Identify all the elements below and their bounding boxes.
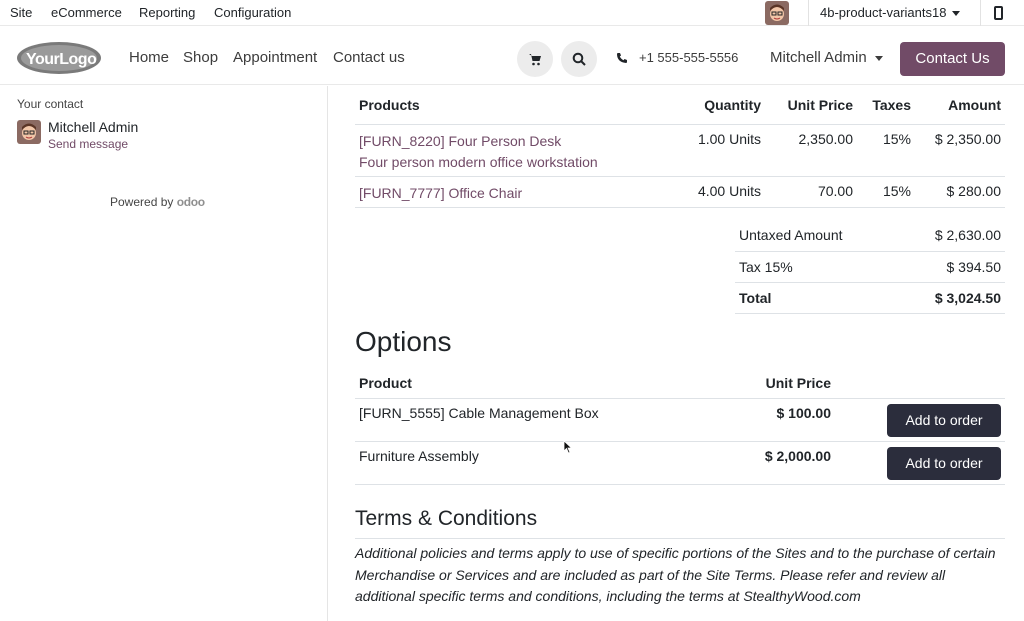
mobile-preview-icon[interactable] — [994, 6, 1003, 20]
add-to-order-button[interactable]: Add to order — [887, 403, 1001, 437]
website-header: YourLogo Home Shop Appointment Contact u… — [0, 27, 1024, 85]
col-quantity: Quantity — [665, 86, 765, 125]
table-row: Furniture Assembly $ 2,000.00 Add to ord… — [355, 441, 1005, 485]
terms-text: Additional policies and terms apply to u… — [355, 545, 996, 604]
send-message-link[interactable]: Send message — [48, 137, 128, 151]
total-label: Total — [735, 282, 885, 314]
quantity-cell: 1.00 Units — [665, 124, 765, 177]
taxes-cell: 15% — [857, 124, 915, 177]
col-product: Product — [355, 368, 695, 399]
phone-number[interactable]: +1 555-555-5556 — [639, 27, 738, 85]
taxes-cell: 15% — [857, 176, 915, 208]
col-amount: Amount — [915, 86, 1005, 125]
unit-price-cell: 70.00 — [765, 176, 857, 208]
unit-price-cell: 2,350.00 — [765, 124, 857, 177]
untaxed-row: Untaxed Amount $ 2,630.00 — [735, 220, 1005, 252]
col-products: Products — [355, 86, 665, 125]
product-description: Four person modern office workstation — [359, 153, 598, 170]
table-header-row: Product Unit Price — [355, 368, 1005, 399]
untaxed-label: Untaxed Amount — [735, 220, 885, 252]
menu-site[interactable]: Site — [10, 0, 32, 26]
table-row: [FURN_7777] Office Chair 4.00 Units 70.0… — [355, 176, 1005, 208]
admin-bar: Site eCommerce Reporting Configuration 4… — [0, 0, 1024, 26]
product-cell: [FURN_8220] Four Person Desk Four person… — [355, 124, 665, 177]
sidebar: Your contact Mitchell Admin Send message… — [0, 86, 328, 621]
action-cell: Add to order — [835, 398, 1005, 442]
search-button[interactable] — [561, 41, 597, 77]
divider — [980, 0, 981, 26]
table-row: [FURN_8220] Four Person Desk Four person… — [355, 124, 1005, 177]
cart-button[interactable] — [517, 41, 553, 77]
menu-ecommerce[interactable]: eCommerce — [51, 0, 122, 26]
col-unit-price: Unit Price — [765, 86, 857, 125]
options-title: Options — [355, 326, 452, 357]
quantity-cell: 4.00 Units — [665, 176, 765, 208]
mouse-cursor-icon — [563, 440, 573, 454]
menu-configuration[interactable]: Configuration — [214, 0, 291, 26]
powered-by[interactable]: Powered by odoo — [110, 195, 205, 209]
tax-row: Tax 15% $ 394.50 — [735, 251, 1005, 283]
company-logo[interactable]: YourLogo — [16, 40, 102, 76]
contact-us-button[interactable]: Contact Us — [900, 42, 1005, 76]
powered-by-label: Powered by — [110, 195, 174, 209]
divider — [808, 0, 809, 26]
amount-cell: $ 280.00 — [915, 176, 1005, 208]
database-name: 4b-product-variants18 — [820, 5, 947, 20]
phone-icon — [617, 53, 627, 63]
nav-appointment[interactable]: Appointment — [233, 27, 317, 85]
totals-table: Untaxed Amount $ 2,630.00 Tax 15% $ 394.… — [735, 220, 1005, 314]
database-switcher[interactable]: 4b-product-variants18 — [820, 0, 961, 26]
product-link[interactable]: [FURN_8220] Four Person Desk — [359, 131, 661, 152]
nav-shop[interactable]: Shop — [183, 27, 218, 85]
user-avatar[interactable] — [765, 1, 789, 25]
user-menu[interactable]: Mitchell Admin — [770, 27, 883, 85]
logo-text: YourLogo — [26, 51, 97, 68]
option-name: Furniture Assembly — [355, 441, 695, 485]
terms-title: Terms & Conditions — [355, 507, 1005, 539]
col-unit-price: Unit Price — [695, 368, 835, 399]
total-value: $ 3,024.50 — [885, 282, 1005, 314]
search-icon — [572, 52, 586, 66]
col-actions — [835, 368, 1005, 399]
user-name: Mitchell Admin — [770, 49, 867, 66]
option-price: $ 2,000.00 — [695, 441, 835, 485]
col-taxes: Taxes — [857, 86, 915, 125]
product-link[interactable]: [FURN_7777] Office Chair — [359, 183, 661, 204]
tax-label: Tax 15% — [735, 251, 885, 283]
products-table: Products Quantity Unit Price Taxes Amoun… — [355, 86, 1005, 208]
amount-cell: $ 2,350.00 — [915, 124, 1005, 177]
product-cell: [FURN_7777] Office Chair — [355, 176, 665, 208]
nav-contact-us[interactable]: Contact us — [333, 27, 405, 85]
option-price: $ 100.00 — [695, 398, 835, 442]
untaxed-value: $ 2,630.00 — [885, 220, 1005, 252]
chevron-down-icon — [874, 55, 883, 61]
chevron-down-icon — [952, 11, 961, 17]
your-contact-label: Your contact — [17, 97, 84, 111]
menu-reporting[interactable]: Reporting — [139, 0, 195, 26]
odoo-logo: odoo — [176, 195, 205, 209]
action-cell: Add to order — [835, 441, 1005, 485]
table-row: [FURN_5555] Cable Management Box $ 100.0… — [355, 398, 1005, 442]
nav-home[interactable]: Home — [129, 27, 169, 85]
tax-value: $ 394.50 — [885, 251, 1005, 283]
cart-icon — [529, 54, 541, 66]
avatar — [17, 120, 41, 144]
option-name: [FURN_5555] Cable Management Box — [355, 398, 695, 442]
add-to-order-button[interactable]: Add to order — [887, 446, 1001, 480]
table-header-row: Products Quantity Unit Price Taxes Amoun… — [355, 86, 1005, 125]
options-table: Product Unit Price [FURN_5555] Cable Man… — [355, 368, 1005, 485]
total-row: Total $ 3,024.50 — [735, 282, 1005, 314]
contact-name: Mitchell Admin — [48, 119, 139, 135]
